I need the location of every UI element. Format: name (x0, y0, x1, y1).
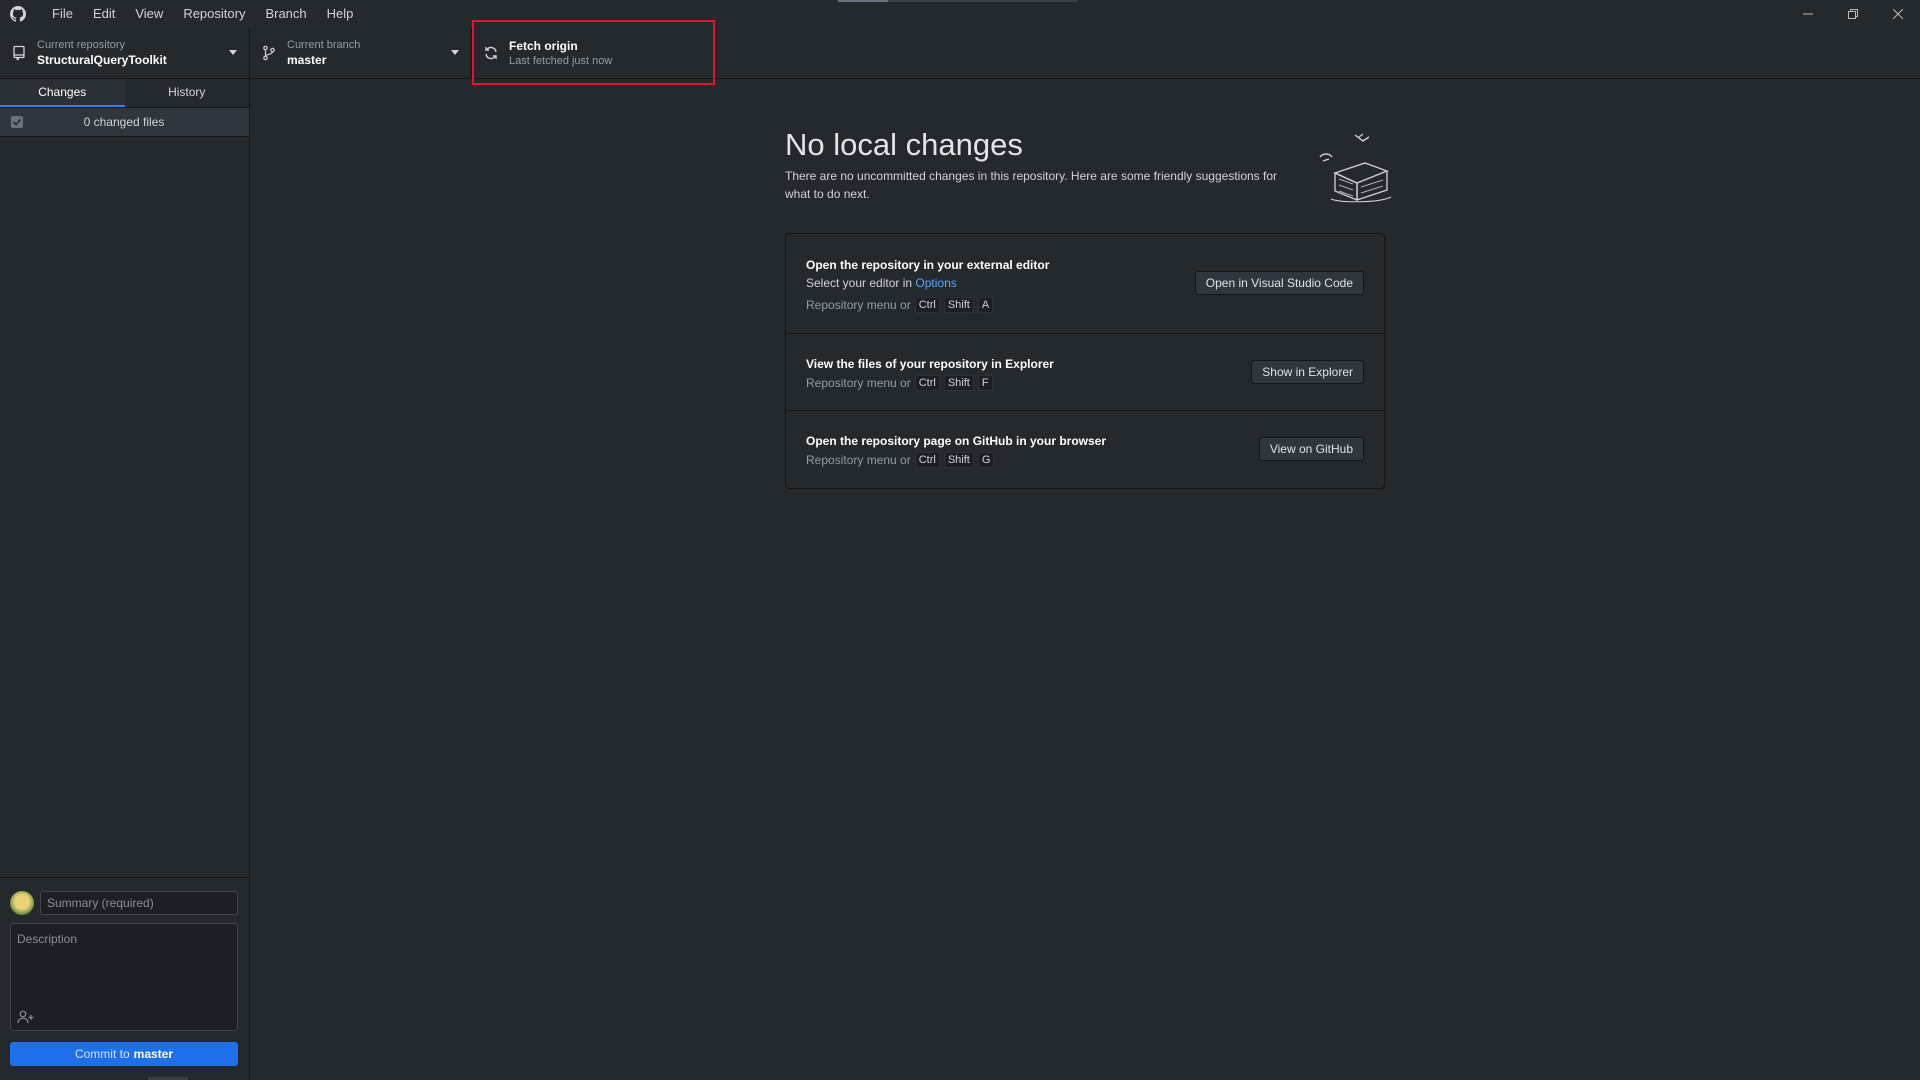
key-ctrl: Ctrl (914, 452, 940, 468)
empty-state-illustration (1315, 125, 1405, 205)
menu-file[interactable]: File (42, 0, 83, 28)
commit-area: Commit tomaster (0, 877, 249, 1080)
shortcut-hint-text: Repository menu or (806, 453, 911, 467)
tab-history[interactable]: History (125, 79, 250, 107)
key-shift: Shift (943, 452, 974, 468)
current-branch-name: master (287, 53, 327, 67)
branch-icon (261, 45, 277, 61)
key-f: F (977, 375, 993, 391)
action-title: Open the repository in your external edi… (806, 258, 1050, 272)
current-branch-label: Current branch (287, 39, 361, 51)
sidebar-tabs: Changes History (0, 79, 249, 108)
window-drag-indicator (838, 0, 1078, 2)
action-subtitle: Select your editor in Options (806, 274, 1049, 292)
window-controls (1785, 0, 1920, 28)
key-shift: Shift (943, 375, 974, 391)
key-ctrl: Ctrl (914, 375, 940, 391)
fetch-origin-label: Fetch origin (509, 39, 578, 53)
action-show-in-explorer: View the files of your repository in Exp… (786, 334, 1384, 411)
title-bar: File Edit View Repository Branch Help (0, 0, 1920, 29)
action-subtitle-text: Select your editor in (806, 276, 913, 290)
caret-down-icon (451, 50, 459, 55)
key-shift: Shift (943, 297, 974, 313)
menu-edit[interactable]: Edit (83, 0, 125, 28)
current-branch-button[interactable]: Current branch master (250, 28, 472, 78)
current-repository-label: Current repository (37, 39, 126, 51)
repo-icon (11, 45, 27, 61)
menu-help[interactable]: Help (317, 0, 364, 28)
options-link[interactable]: Options (915, 276, 956, 290)
tab-changes[interactable]: Changes (0, 79, 125, 107)
key-a: A (977, 297, 994, 313)
sync-icon (483, 45, 499, 61)
action-title: Open the repository page on GitHub in yo… (806, 434, 1107, 448)
sidebar: Changes History 0 changed files Commit t… (0, 79, 250, 1080)
shortcut-hint: Repository menu or Ctrl Shift A (806, 296, 1049, 314)
open-in-editor-button[interactable]: Open in Visual Studio Code (1194, 271, 1364, 295)
current-repository-name: StructuralQueryToolkit (37, 53, 167, 67)
commit-button-prefix: Commit to (74, 1047, 130, 1061)
shortcut-hint-text: Repository menu or (806, 298, 911, 312)
shortcut-hint: Repository menu or Ctrl Shift G (806, 451, 1106, 469)
changed-files-count: 0 changed files (83, 115, 165, 129)
shortcut-hint: Repository menu or Ctrl Shift F (806, 374, 1054, 392)
github-logo-icon (10, 6, 26, 22)
suggestions-panel: Open the repository in your external edi… (785, 233, 1385, 489)
key-ctrl: Ctrl (914, 297, 940, 313)
summary-input[interactable] (40, 891, 238, 915)
restore-icon[interactable] (1830, 0, 1875, 28)
action-title: View the files of your repository in Exp… (806, 357, 1054, 371)
main-content: No local changes There are no uncommitte… (250, 79, 1920, 1080)
commit-button-branch: master (133, 1047, 174, 1061)
changed-files-header: 0 changed files (0, 108, 249, 137)
current-repository-button[interactable]: Current repository StructuralQueryToolki… (0, 28, 250, 78)
description-input[interactable] (11, 924, 237, 1004)
page-title: No local changes (785, 127, 1023, 162)
close-icon[interactable] (1875, 0, 1920, 28)
action-view-on-github: Open the repository page on GitHub in yo… (786, 411, 1384, 488)
last-fetched-text: Last fetched just now (509, 55, 613, 67)
menu-branch[interactable]: Branch (255, 0, 316, 28)
toolbar: Current repository StructuralQueryToolki… (0, 28, 1920, 79)
page-description: There are no uncommitted changes in this… (785, 169, 1278, 201)
show-in-explorer-button[interactable]: Show in Explorer (1251, 360, 1364, 384)
select-all-checkbox[interactable] (11, 116, 23, 128)
menu-repository[interactable]: Repository (173, 0, 255, 28)
caret-down-icon (229, 50, 237, 55)
menu-view[interactable]: View (125, 0, 173, 28)
add-coauthor-icon[interactable] (17, 1010, 35, 1024)
key-g: G (977, 452, 995, 468)
shortcut-hint-text: Repository menu or (806, 376, 911, 390)
minimize-icon[interactable] (1785, 0, 1830, 28)
action-open-editor: Open the repository in your external edi… (786, 234, 1384, 334)
description-box (10, 923, 238, 1031)
view-on-github-button[interactable]: View on GitHub (1258, 437, 1364, 461)
commit-button[interactable]: Commit to master (10, 1042, 238, 1066)
fetch-origin-button[interactable]: Fetch origin Last fetched just now (472, 28, 714, 78)
avatar (10, 891, 34, 915)
